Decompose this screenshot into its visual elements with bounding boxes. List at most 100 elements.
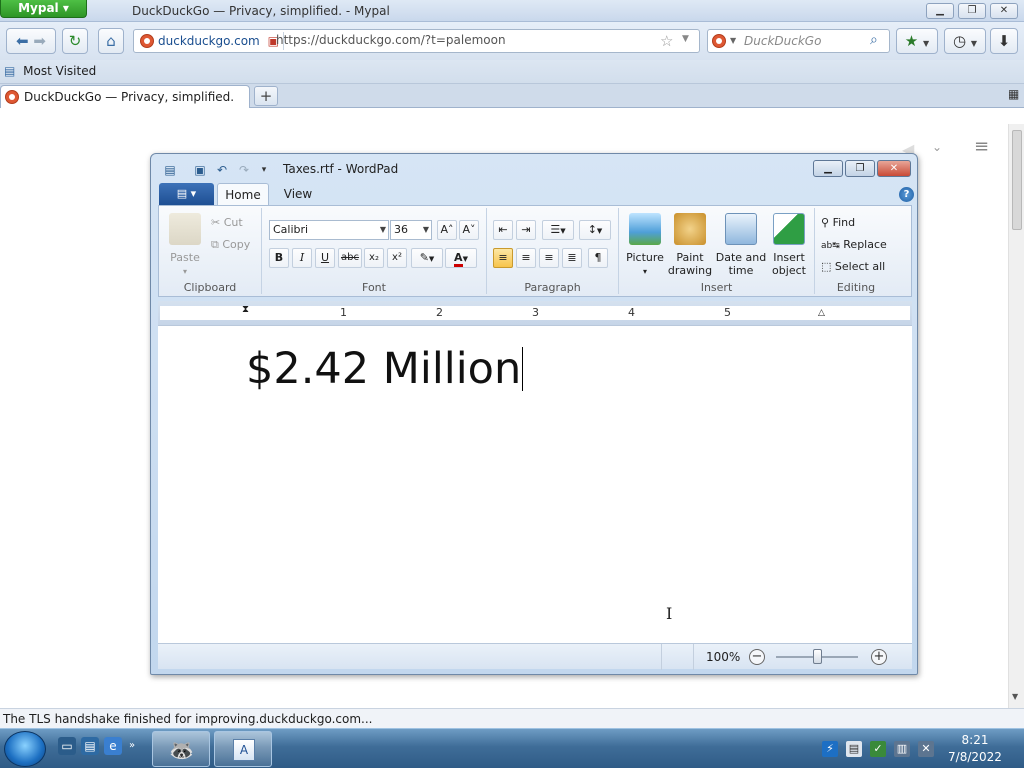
replace-button[interactable]: ab↹ Replace xyxy=(821,238,887,251)
help-icon[interactable]: ? xyxy=(899,187,914,202)
url-bar[interactable]: duckduckgo.com ▣ https://duckduckgo.com/… xyxy=(133,29,700,53)
insert-object-button[interactable]: Insert object xyxy=(767,213,811,277)
insert-picture-button[interactable]: Picture ▾ xyxy=(623,213,667,278)
highlight-color-icon[interactable]: ✎▼ xyxy=(411,248,443,268)
tray-security-icon[interactable]: ✓ xyxy=(870,741,886,757)
align-left-icon[interactable]: ≡ xyxy=(493,248,513,268)
wordpad-maximize-button[interactable]: ❐ xyxy=(845,160,875,177)
reload-button[interactable]: ↻ xyxy=(62,28,88,54)
object-icon xyxy=(773,213,805,245)
zoom-slider-thumb[interactable] xyxy=(813,649,822,664)
url-input[interactable]: https://duckduckgo.com/?t=palemoon xyxy=(276,33,506,47)
back-icon[interactable]: ⬅ xyxy=(16,32,29,50)
tray-network-bolt-icon[interactable]: ⚡ xyxy=(822,741,838,757)
tray-document-icon[interactable]: ▤ xyxy=(846,741,862,757)
search-engine-dropdown-icon[interactable]: ▼ xyxy=(730,36,736,45)
clock-time[interactable]: 8:21 xyxy=(947,733,1003,747)
customize-qat-icon[interactable]: ▾ xyxy=(257,163,271,177)
subscript-icon[interactable]: x₂ xyxy=(364,248,384,268)
wordpad-close-button[interactable]: ✕ xyxy=(877,160,911,177)
browser-title-bar: Mypal ▾ DuckDuckGo — Privacy, simplified… xyxy=(0,0,1024,22)
tab-list-icon[interactable]: ▦ xyxy=(1008,87,1019,101)
downloads-button[interactable]: ⬇ xyxy=(990,28,1018,54)
italic-icon[interactable]: I xyxy=(292,248,312,268)
paragraph-settings-icon[interactable]: ¶ xyxy=(588,248,608,268)
taskbar-mypal-button[interactable]: 🦝 xyxy=(152,731,210,767)
history-button[interactable]: ◷ ▼ xyxy=(944,28,986,54)
save-icon[interactable]: ▣ xyxy=(193,163,207,177)
align-right-icon[interactable]: ≡ xyxy=(539,248,559,268)
font-size-select[interactable]: 36 ▼ xyxy=(390,220,432,240)
ribbon-home: Paste ▾ ✂ Cut ⧉ Copy Clipboard Calibri ▼ 3… xyxy=(158,205,912,297)
scroll-down-icon[interactable]: ▼ xyxy=(1012,692,1018,701)
increase-indent-icon[interactable]: ⇥ xyxy=(516,220,536,240)
explorer-quicklaunch-icon[interactable]: ▤ xyxy=(81,737,99,755)
search-icon[interactable]: ⌕ xyxy=(870,32,878,48)
file-menu-button[interactable]: ▤ ▾ xyxy=(159,183,214,205)
tray-network-icon[interactable]: ▥ xyxy=(894,741,910,757)
underline-icon[interactable]: U xyxy=(315,248,335,268)
bookmarks-menu-button[interactable]: ★ ▼ xyxy=(896,28,938,54)
bold-icon[interactable]: B xyxy=(269,248,289,268)
paste-button[interactable]: Paste ▾ xyxy=(165,213,205,278)
superscript-icon[interactable]: x² xyxy=(387,248,407,268)
bookmark-label: Most Visited xyxy=(23,64,97,78)
url-dropdown-icon[interactable]: ▼ xyxy=(682,34,689,44)
ruler[interactable]: ⧗ 1 2 3 4 5 △ xyxy=(158,301,912,325)
find-button[interactable]: ⚲ Find xyxy=(821,216,855,229)
select-all-button[interactable]: ⬚ Select all xyxy=(821,260,885,273)
indent-marker-icon[interactable]: ⧗ xyxy=(242,304,249,315)
minimize-button[interactable]: ▁ xyxy=(926,3,954,19)
decrease-indent-icon[interactable]: ⇤ xyxy=(493,220,513,240)
redo-icon[interactable]: ↷ xyxy=(237,163,251,177)
page-scrollbar[interactable]: ▼ xyxy=(1008,124,1024,708)
hamburger-menu-icon[interactable]: ≡ xyxy=(974,136,989,157)
tray-volume-muted-icon[interactable]: ✕ xyxy=(918,741,934,757)
date-time-button[interactable]: Date and time xyxy=(715,213,767,277)
home-button[interactable]: ⌂ xyxy=(98,28,124,54)
search-bar[interactable]: ▼ DuckDuckGo ⌕ xyxy=(707,29,890,53)
shrink-font-icon[interactable]: A˅ xyxy=(459,220,479,240)
clock-date[interactable]: 7/8/2022 xyxy=(947,750,1003,764)
tab-home[interactable]: Home xyxy=(217,183,269,205)
forward-icon[interactable]: ➡ xyxy=(33,32,46,50)
wordpad-app-icon[interactable]: ▤ xyxy=(163,163,177,177)
bookmark-star-icon[interactable]: ☆ xyxy=(660,32,673,50)
right-indent-marker-icon[interactable]: △ xyxy=(818,308,825,318)
app-menu-button[interactable]: Mypal ▾ xyxy=(0,0,87,18)
line-spacing-icon[interactable]: ↕▼ xyxy=(579,220,611,240)
search-engine-icon[interactable] xyxy=(712,34,726,48)
document-editor[interactable]: $2.42 Million I xyxy=(158,325,912,643)
bookmark-most-visited[interactable]: ▤ Most Visited xyxy=(4,64,96,78)
quicklaunch-overflow-icon[interactable]: » xyxy=(126,737,138,755)
search-input[interactable]: DuckDuckGo xyxy=(744,34,821,48)
zoom-in-icon[interactable]: + xyxy=(871,649,887,665)
justify-icon[interactable]: ≣ xyxy=(562,248,582,268)
tab-duckduckgo[interactable]: DuckDuckGo — Privacy, simplified. xyxy=(0,85,250,109)
paint-drawing-button[interactable]: Paint drawing xyxy=(667,213,713,277)
site-identity-button[interactable]: duckduckgo.com ▣ xyxy=(136,32,284,50)
copy-button[interactable]: ⧉ Copy xyxy=(211,238,250,252)
new-tab-button[interactable]: + xyxy=(254,86,278,106)
grow-font-icon[interactable]: A˄ xyxy=(437,220,457,240)
document-text[interactable]: $2.42 Million xyxy=(246,344,524,394)
zoom-out-icon[interactable]: − xyxy=(749,649,765,665)
taskbar-wordpad-button[interactable]: A xyxy=(214,731,272,767)
tab-view[interactable]: View xyxy=(278,183,318,205)
align-center-icon[interactable]: ≡ xyxy=(516,248,536,268)
bullet-list-icon[interactable]: ☰▼ xyxy=(542,220,574,240)
cut-button[interactable]: ✂ Cut xyxy=(211,216,243,229)
back-forward-buttons[interactable]: ⬅ ➡ xyxy=(6,28,56,54)
undo-icon[interactable]: ↶ xyxy=(215,163,229,177)
strikethrough-icon[interactable]: abc xyxy=(338,248,362,268)
scrollbar-thumb[interactable] xyxy=(1012,130,1022,230)
wordpad-minimize-button[interactable]: ▁ xyxy=(813,160,843,177)
chevron-down-icon[interactable]: ⌄ xyxy=(932,140,942,154)
text-color-icon[interactable]: A▼ xyxy=(445,248,477,268)
show-desktop-icon[interactable]: ▭ xyxy=(58,737,76,755)
close-button[interactable]: ✕ xyxy=(990,3,1018,19)
internet-explorer-icon[interactable]: e xyxy=(104,737,122,755)
font-family-select[interactable]: Calibri ▼ xyxy=(269,220,389,240)
maximize-button[interactable]: ❐ xyxy=(958,3,986,19)
start-button[interactable] xyxy=(4,731,46,767)
